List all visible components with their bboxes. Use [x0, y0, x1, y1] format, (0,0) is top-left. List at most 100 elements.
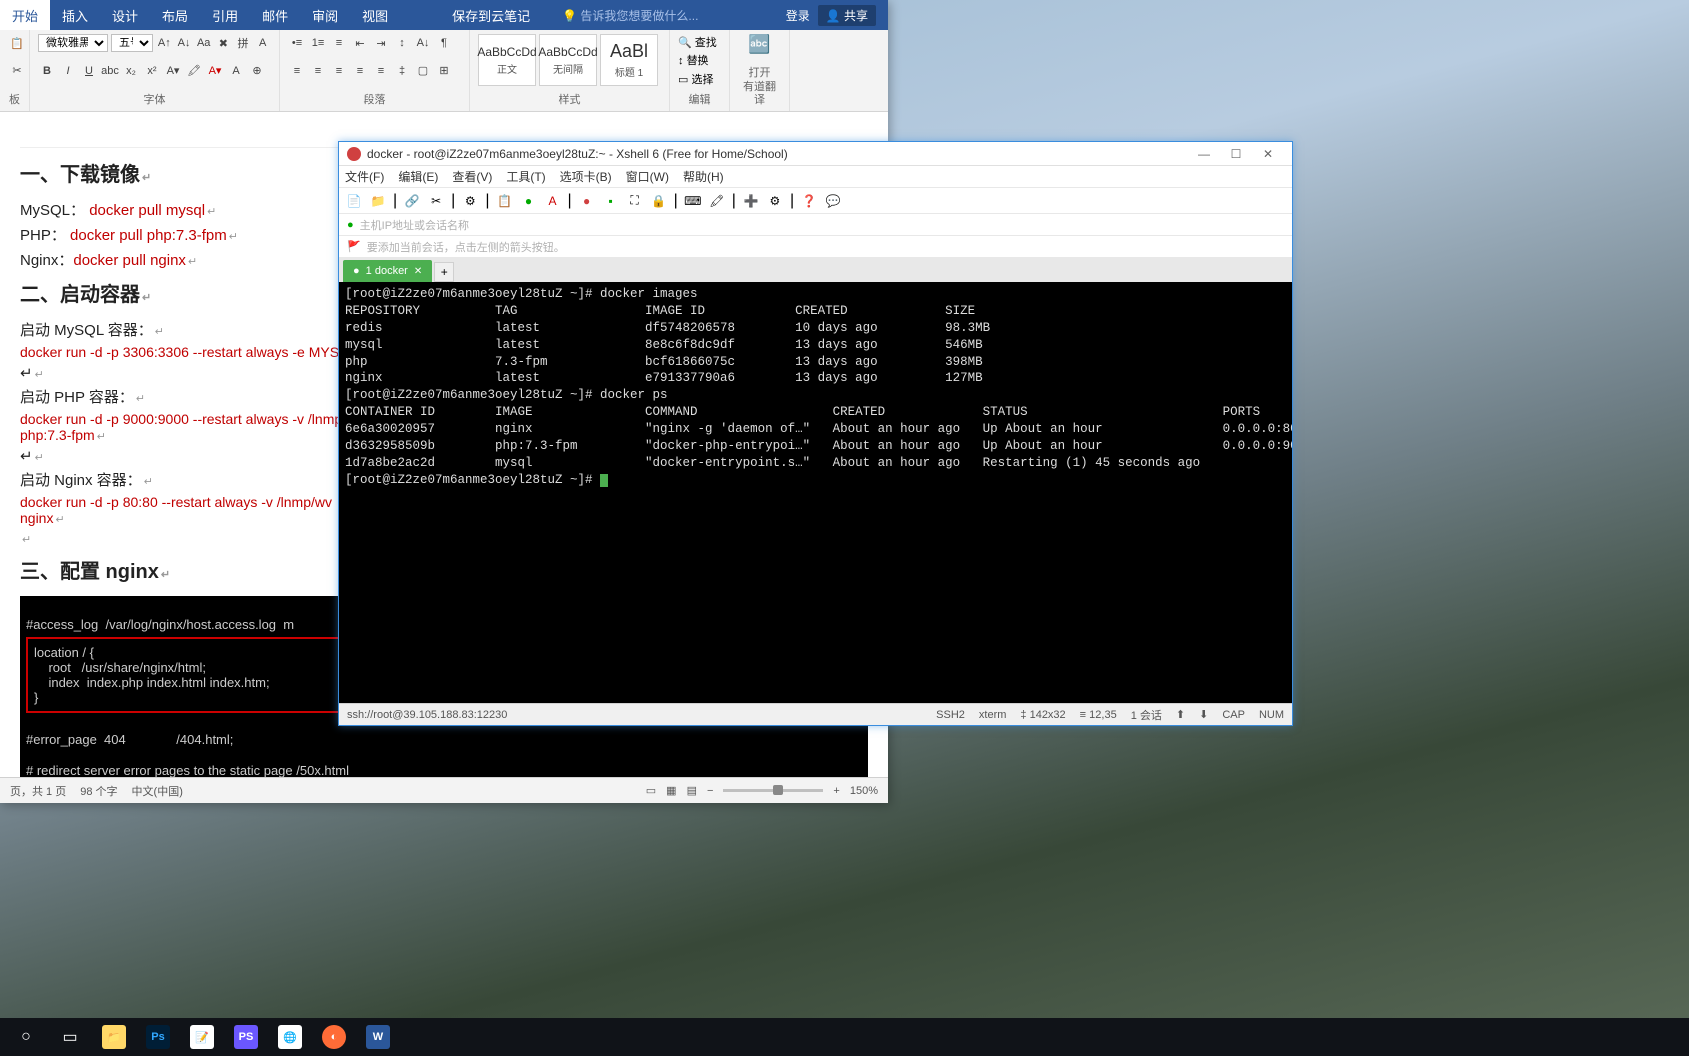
align-right-icon[interactable]: ≡ [330, 62, 348, 80]
save-cloud-button[interactable]: 保存到云笔记 [440, 0, 542, 30]
chrome-icon[interactable]: 🌐 [270, 1021, 310, 1053]
menu-window[interactable]: 窗口(W) [626, 168, 669, 185]
zoom-level[interactable]: 150% [850, 785, 878, 797]
translate-icon[interactable]: 🔤 [738, 34, 781, 55]
menu-tools[interactable]: 工具(T) [506, 168, 545, 185]
print-layout-icon[interactable]: ▦ [666, 784, 676, 797]
menu-help[interactable]: 帮助(H) [683, 168, 724, 185]
enclose-char-icon[interactable]: ⊕ [248, 62, 266, 80]
cut-button[interactable]: ✂ [8, 62, 26, 80]
task-view-button[interactable]: ▭ [50, 1021, 90, 1053]
tab-design[interactable]: 设计 [100, 0, 150, 30]
increase-indent-icon[interactable]: ⇥ [372, 34, 390, 52]
menu-tabs[interactable]: 选项卡(B) [560, 168, 612, 185]
page-count[interactable]: 页，共 1 页 [10, 783, 66, 799]
phpstorm-icon[interactable]: PS [226, 1021, 266, 1053]
strike-button[interactable]: abc [101, 62, 119, 80]
up-arrow-icon[interactable]: ⬆ [1176, 708, 1185, 721]
help-icon[interactable]: ❓ [800, 192, 818, 210]
style-heading1[interactable]: AaBl标题 1 [600, 34, 658, 86]
line-spacing-icon[interactable]: ‡ [393, 62, 411, 80]
terminal[interactable]: [root@iZ2ze07m6anme3oeyl28tuZ ~]# docker… [339, 282, 1292, 703]
distributed-icon[interactable]: ≡ [372, 62, 390, 80]
keyboard-icon[interactable]: ⌨ [684, 192, 702, 210]
tab-home[interactable]: 开始 [0, 0, 50, 30]
find-icon[interactable]: A [543, 192, 561, 210]
paste-button[interactable]: 📋 [8, 34, 26, 52]
char-border-icon[interactable]: A [254, 34, 271, 52]
tab-mail[interactable]: 邮件 [250, 0, 300, 30]
zoom-out[interactable]: − [707, 785, 713, 797]
word-count[interactable]: 98 个字 [80, 783, 117, 799]
menu-file[interactable]: 文件(F) [345, 168, 384, 185]
font-size-select[interactable]: 五号 [111, 34, 153, 52]
numbering-icon[interactable]: 1≡ [309, 34, 327, 52]
borders-icon[interactable]: ⊞ [435, 62, 453, 80]
shrink-font-icon[interactable]: A↓ [176, 34, 193, 52]
align-center-icon[interactable]: ≡ [309, 62, 327, 80]
menu-view[interactable]: 查看(V) [452, 168, 492, 185]
text-direction-icon[interactable]: ↕ [393, 34, 411, 52]
decrease-indent-icon[interactable]: ⇤ [351, 34, 369, 52]
bullets-icon[interactable]: •≡ [288, 34, 306, 52]
new-session-icon[interactable]: 📄 [345, 192, 363, 210]
tab-close-icon[interactable]: ✕ [414, 266, 422, 277]
share-button[interactable]: 👤 共享 [818, 5, 876, 26]
tell-me-search[interactable]: 💡 告诉我您想要做什么... [562, 7, 698, 24]
clear-format-icon[interactable]: ✖ [215, 34, 232, 52]
italic-button[interactable]: I [59, 62, 77, 80]
xagent-icon[interactable]: ▪ [602, 192, 620, 210]
xshell-titlebar[interactable]: docker - root@iZ2ze07m6anme3oeyl28tuZ:~ … [339, 142, 1292, 166]
close-button[interactable]: ✕ [1252, 144, 1284, 164]
properties-icon[interactable]: ⚙ [461, 192, 479, 210]
explorer-icon[interactable]: 📁 [94, 1021, 134, 1053]
postman-icon[interactable]: ◐ [314, 1021, 354, 1053]
notepad-icon[interactable]: 📝 [182, 1021, 222, 1053]
subscript-button[interactable]: x₂ [122, 62, 140, 80]
session-tab-docker[interactable]: ● 1 docker ✕ [343, 260, 432, 282]
phonetic-icon[interactable]: 拼 [235, 34, 252, 52]
minimize-button[interactable]: — [1188, 144, 1220, 164]
sort-icon[interactable]: A↓ [414, 34, 432, 52]
web-layout-icon[interactable]: ▤ [687, 784, 697, 797]
bold-button[interactable]: B [38, 62, 56, 80]
zoom-slider[interactable] [723, 789, 823, 792]
char-shading-icon[interactable]: A [227, 62, 245, 80]
highlight-icon[interactable]: 🖍 [185, 62, 203, 80]
align-left-icon[interactable]: ≡ [288, 62, 306, 80]
tab-layout[interactable]: 布局 [150, 0, 200, 30]
tab-view[interactable]: 视图 [350, 0, 400, 30]
tab-insert[interactable]: 插入 [50, 0, 100, 30]
new-tab-button[interactable]: + [434, 262, 454, 282]
reconnect-icon[interactable]: 🔗 [403, 192, 421, 210]
down-arrow-icon[interactable]: ⬇ [1199, 708, 1208, 721]
style-no-spacing[interactable]: AaBbCcDd无间隔 [539, 34, 597, 86]
paste-icon[interactable]: ● [519, 192, 537, 210]
add-icon[interactable]: ➕ [742, 192, 760, 210]
show-marks-icon[interactable]: ¶ [435, 34, 453, 52]
disconnect-icon[interactable]: ✂ [427, 192, 445, 210]
login-button[interactable]: 登录 [786, 7, 810, 24]
maximize-button[interactable]: ☐ [1220, 144, 1252, 164]
highlight-icon[interactable]: 🖍 [708, 192, 726, 210]
tab-references[interactable]: 引用 [200, 0, 250, 30]
grow-font-icon[interactable]: A↑ [156, 34, 173, 52]
tab-review[interactable]: 审阅 [300, 0, 350, 30]
open-icon[interactable]: 📁 [369, 192, 387, 210]
fullscreen-icon[interactable]: ⛶ [626, 192, 644, 210]
replace-button[interactable]: ↕ 替换 [678, 52, 721, 68]
language[interactable]: 中文(中国) [132, 783, 183, 799]
change-case-icon[interactable]: Aa [195, 34, 212, 52]
font-name-select[interactable]: 微软雅黑 [38, 34, 108, 52]
underline-button[interactable]: U [80, 62, 98, 80]
zoom-in[interactable]: + [833, 785, 839, 797]
style-normal[interactable]: AaBbCcDd正文 [478, 34, 536, 86]
multilevel-icon[interactable]: ≡ [330, 34, 348, 52]
word-taskbar-icon[interactable]: W [358, 1021, 398, 1053]
about-icon[interactable]: 💬 [824, 192, 842, 210]
settings-icon[interactable]: ⚙ [766, 192, 784, 210]
start-button[interactable]: ○ [6, 1021, 46, 1053]
photoshop-icon[interactable]: Ps [138, 1021, 178, 1053]
xftp-icon[interactable]: ● [578, 192, 596, 210]
menu-edit[interactable]: 编辑(E) [398, 168, 438, 185]
